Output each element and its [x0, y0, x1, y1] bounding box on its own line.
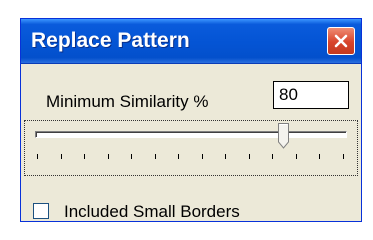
close-button[interactable]: [327, 27, 355, 55]
slider-tick: [178, 154, 180, 159]
slider-tick: [225, 154, 227, 159]
close-icon: [334, 34, 348, 48]
slider-tick: [201, 154, 203, 159]
replace-pattern-dialog: Replace Pattern Minimum Similarity % Inc…: [20, 18, 362, 222]
slider-tick: [84, 154, 86, 159]
minimum-similarity-input[interactable]: [273, 81, 349, 109]
minimum-similarity-label: Minimum Similarity %: [46, 92, 209, 111]
dialog-title: Replace Pattern: [31, 29, 190, 52]
included-small-borders-label: Included Small Borders: [64, 202, 240, 221]
slider-tick: [295, 154, 297, 159]
slider-tick: [37, 154, 38, 159]
slider-tick: [272, 154, 274, 159]
included-small-borders-checkbox[interactable]: [33, 203, 49, 219]
slider-tick: [107, 154, 109, 159]
slider-tick: [343, 154, 344, 159]
slider-tick: [319, 154, 321, 159]
title-bar[interactable]: Replace Pattern: [21, 19, 361, 64]
slider-tick: [154, 154, 156, 159]
slider-tick: [248, 154, 250, 159]
slider-track[interactable]: [35, 131, 347, 138]
slider-thumb[interactable]: [278, 123, 289, 149]
similarity-slider[interactable]: [24, 120, 358, 176]
slider-tick: [131, 154, 133, 159]
slider-tick: [60, 154, 62, 159]
